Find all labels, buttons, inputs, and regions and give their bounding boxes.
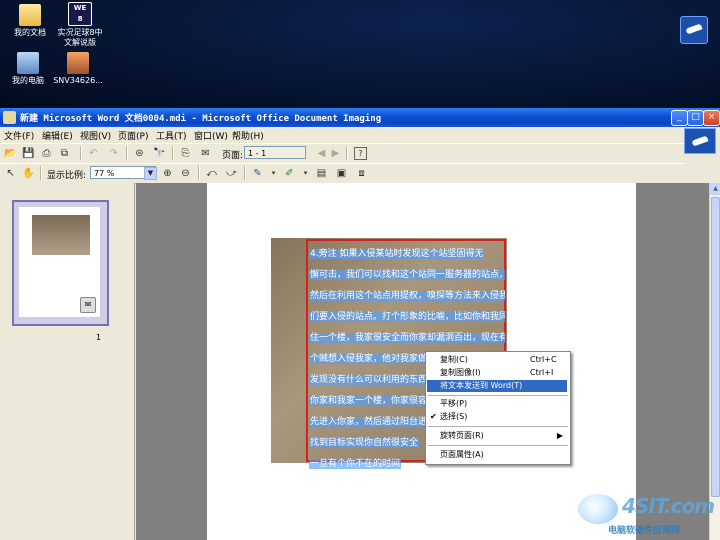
image-file-icon <box>67 52 89 74</box>
ocr-icon[interactable]: ⊜ <box>132 146 147 160</box>
desktop-icon-label: SNV34626... <box>53 76 103 85</box>
watermark-subtitle: 电脑软硬件应用网 <box>608 526 681 536</box>
print-icon[interactable]: ⎙ <box>39 146 54 160</box>
game-icon: WE 8 <box>68 2 92 26</box>
send-to-word-icon[interactable]: ⎘ <box>178 146 193 160</box>
menu-item-rotate-page[interactable]: 旋转页面(R) ▶ <box>427 430 567 442</box>
title-bar[interactable]: 新建 Microsoft Word 文档0004.mdi - Microsoft… <box>0 108 720 127</box>
text-line: 住一个楼，我家很安全而你家却漏洞百出，现在有 <box>309 328 505 349</box>
menu-separator <box>428 445 568 446</box>
vertical-scrollbar[interactable]: ▲ <box>709 183 720 540</box>
menu-view[interactable]: 视图(V) <box>80 129 111 142</box>
menu-item-pan[interactable]: 平移(P) <box>427 398 567 410</box>
zoom-label: 显示比例: <box>47 171 87 181</box>
pen-icon[interactable]: ✎ <box>250 166 265 180</box>
menu-separator <box>428 426 568 427</box>
picture-icon[interactable]: ▣ <box>334 166 349 180</box>
text-line: 然后在利用这个站点用提权，嗅探等方法来入侵我 <box>309 286 505 307</box>
save-icon[interactable]: 💾 <box>21 146 36 160</box>
desktop-icon-label: 实况足球8中 文解说版 <box>57 28 103 47</box>
thumbnail-page: ✉ <box>19 207 100 317</box>
rotate-left-icon[interactable]: ⤺ <box>204 166 219 180</box>
watermark-brand: 4SIT.com <box>622 494 715 518</box>
send-mail-icon[interactable]: ✉ <box>198 146 213 160</box>
open-icon[interactable]: 📂 <box>3 146 18 160</box>
find-icon[interactable]: 🔭 <box>152 146 167 160</box>
app-logo-icon <box>680 16 708 44</box>
prev-page-icon[interactable]: ◀ <box>314 146 329 160</box>
undo-icon[interactable]: ↶ <box>86 146 101 160</box>
redo-icon[interactable]: ↷ <box>106 146 121 160</box>
scan-icon[interactable]: ⧉ <box>57 146 72 160</box>
reading-view-icon[interactable]: ⧈ <box>354 166 369 180</box>
toolbar-separator <box>346 146 348 160</box>
maximize-button[interactable]: □ <box>687 110 704 126</box>
menu-item-send-to-word[interactable]: 将文本发送到 Word(T) <box>427 380 567 392</box>
zoom-out-icon[interactable]: ⊖ <box>178 166 193 180</box>
chevron-down-icon[interactable]: ▾ <box>266 166 281 180</box>
window-title: 新建 Microsoft Word 文档0004.mdi - Microsoft… <box>20 114 382 124</box>
menu-file[interactable]: 文件(F) <box>4 129 34 142</box>
toolbar-separator <box>172 146 174 160</box>
zoom-in-icon[interactable]: ⊕ <box>160 166 175 180</box>
scroll-up-icon[interactable]: ▲ <box>710 183 720 195</box>
highlighter-icon[interactable]: ✐ <box>282 166 297 180</box>
checkmark-icon: ✔ <box>430 412 437 421</box>
help-icon[interactable]: ? <box>354 147 367 160</box>
menu-item-copy[interactable]: 复制(C) Ctrl+C <box>427 354 567 366</box>
menu-edit[interactable]: 编辑(E) <box>42 129 73 142</box>
menu-window[interactable]: 窗口(W) <box>194 129 228 142</box>
computer-icon <box>17 52 39 74</box>
page-label: 页面: <box>222 151 244 161</box>
desktop-background: 我的文档 WE 8 实况足球8中 文解说版 我的电脑 SNV34626... <box>0 0 720 110</box>
rotate-right-icon[interactable]: ⤻ <box>224 166 239 180</box>
menu-page[interactable]: 页面(P) <box>118 129 148 142</box>
chevron-down-icon[interactable]: ▼ <box>144 167 157 180</box>
chevron-down-icon[interactable]: ▾ <box>298 166 313 180</box>
folder-icon <box>19 4 41 26</box>
page-thumbnail[interactable]: ✉ <box>12 200 109 326</box>
thumbnail-page-number: 1 <box>96 333 102 342</box>
view-toolbar: ↖ ✋ 显示比例: 77 % ▼ ⊕ ⊖ ⤺ ⤻ ✎ ▾ ✐ ▾ ▤ ▣ ⧈ <box>0 163 684 184</box>
globe-logo-icon <box>578 494 618 524</box>
context-menu: 复制(C) Ctrl+C 复制图像(I) Ctrl+I 将文本发送到 Word(… <box>425 351 571 465</box>
submenu-arrow-icon: ▶ <box>556 431 563 440</box>
minimize-button[interactable]: _ <box>671 110 688 126</box>
document-view[interactable]: 4.旁注 如果入侵某站时发现这个站坚固得无 懈可击，我们可以找和这个站同一服务器… <box>136 183 709 540</box>
thumbnail-pane: ✉ 1 <box>0 183 135 540</box>
app-window: 新建 Microsoft Word 文档0004.mdi - Microsoft… <box>0 108 720 540</box>
scrollbar-thumb[interactable] <box>711 197 720 497</box>
menu-item-page-properties[interactable]: 页面属性(A) <box>427 449 567 461</box>
text-line: 们要入侵的站点。打个形象的比喻，比如你和我同 <box>309 307 505 328</box>
standard-toolbar: 📂 💾 ⎙ ⧉ ↶ ↷ ⊜ 🔭 ⎘ ✉ 页面: 1 - 1 ◀ ▶ ? <box>0 143 684 164</box>
menu-item-select[interactable]: ✔ 选择(S) <box>427 411 567 423</box>
thumbnail-image <box>32 215 90 255</box>
toolbar-separator <box>244 166 246 180</box>
menu-tools[interactable]: 工具(T) <box>156 129 187 142</box>
next-page-icon[interactable]: ▶ <box>328 146 343 160</box>
close-button[interactable]: × <box>703 110 720 126</box>
desktop-icon-image-file[interactable]: SNV34626... <box>48 52 108 86</box>
page-field[interactable]: 1 - 1 <box>244 146 306 159</box>
menu-bar: 文件(F) 编辑(E) 视图(V) 页面(P) 工具(T) 窗口(W) 帮助(H… <box>0 127 720 143</box>
office-logo-icon <box>684 128 716 154</box>
pan-hand-icon[interactable]: ✋ <box>21 166 36 180</box>
text-line: 懈可击，我们可以找和这个站同一服务器的站点， <box>309 265 505 286</box>
scanned-page-icon: ✉ <box>80 297 96 313</box>
desktop-icon-game[interactable]: WE 8 实况足球8中 文解说版 <box>50 2 110 48</box>
toolbar-separator <box>40 166 42 180</box>
toolbar-separator <box>80 146 82 160</box>
text-box-icon[interactable]: ▤ <box>314 166 329 180</box>
app-icon[interactable] <box>3 111 16 124</box>
menu-separator <box>428 395 568 396</box>
menu-help[interactable]: 帮助(H) <box>232 129 264 142</box>
toolbar-separator <box>198 166 200 180</box>
site-watermark: 4SIT.com 电脑软硬件应用网 <box>578 492 716 538</box>
menu-item-copy-image[interactable]: 复制图像(I) Ctrl+I <box>427 367 567 379</box>
toolbar-separator <box>126 146 128 160</box>
document-page: 4.旁注 如果入侵某站时发现这个站坚固得无 懈可击，我们可以找和这个站同一服务器… <box>207 183 636 540</box>
select-arrow-icon[interactable]: ↖ <box>3 166 18 180</box>
text-line: 4.旁注 如果入侵某站时发现这个站坚固得无 <box>309 249 485 259</box>
